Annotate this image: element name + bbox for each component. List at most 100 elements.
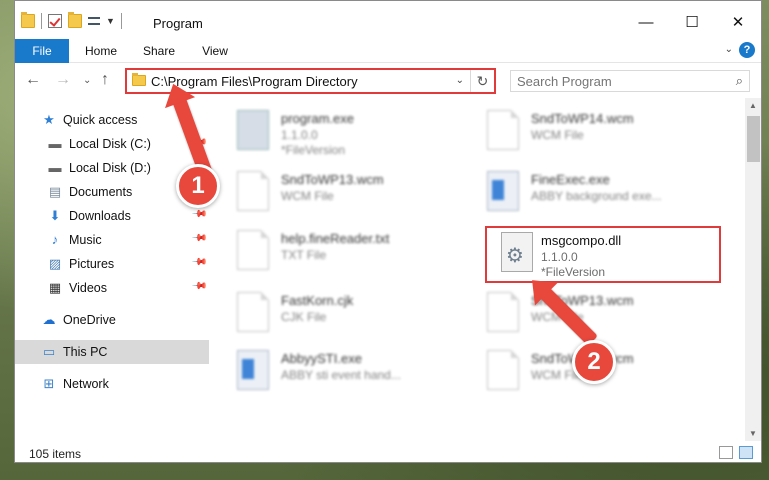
forward-arrow-icon[interactable]: → — [55, 71, 71, 89]
back-arrow-icon[interactable]: ← — [25, 71, 41, 89]
pin-icon: 📌 — [190, 254, 208, 271]
scroll-down-icon[interactable]: ▼ — [749, 429, 757, 438]
chevron-down-icon[interactable]: ⌄ — [456, 75, 464, 86]
pictures-icon: ▨ — [48, 256, 62, 271]
navigation-pane: ★ Quick access ▬ Local Disk (C:) 📌 ▬ Loc… — [15, 101, 211, 441]
drive-icon: ▬ — [48, 136, 62, 151]
file-name: FineExec.exe — [531, 172, 610, 187]
file-item[interactable]: SndToWP14.wcm WCM File — [461, 102, 701, 158]
status-bar: 105 items — [15, 442, 761, 462]
sidebar-item-network[interactable]: ⊞ Network — [15, 372, 209, 396]
app-icon — [237, 110, 269, 150]
file-type: ABBY background exe... — [531, 189, 662, 203]
file-item[interactable]: help.fineReader.txt TXT File — [211, 222, 451, 278]
tiles-view-icon[interactable] — [739, 446, 753, 459]
sidebar-item-downloads[interactable]: ⬇ Downloads 📌 — [15, 204, 209, 228]
sidebar-item-label: OneDrive — [63, 313, 116, 327]
search-icon[interactable]: ⌕ — [736, 73, 743, 89]
document-icon — [487, 350, 519, 390]
minimize-button[interactable]: — — [623, 9, 669, 37]
star-icon: ★ — [43, 112, 55, 127]
sidebar-item-local-disk-c[interactable]: ▬ Local Disk (C:) 📌 — [15, 132, 209, 156]
documents-icon: ▤ — [48, 184, 62, 199]
customize-icon[interactable] — [88, 17, 100, 25]
step-badge-2: 2 — [572, 340, 616, 384]
search-input[interactable] — [511, 71, 711, 91]
maximize-button[interactable]: ☐ — [669, 9, 715, 37]
file-item[interactable]: program.exe 1.1.0.0 *FileVersion — [211, 102, 451, 158]
file-type: TXT File — [281, 248, 327, 262]
computer-icon: ▭ — [42, 344, 56, 359]
tab-home[interactable]: Home — [81, 42, 121, 63]
sidebar-item-onedrive[interactable]: ☁ OneDrive — [15, 308, 209, 332]
sidebar-item-videos[interactable]: ▦ Videos 📌 — [15, 276, 209, 300]
close-button[interactable]: ✕ — [715, 9, 761, 37]
file-item[interactable]: SndToWP13.wcm WCM File — [211, 163, 451, 219]
file-name: SndToWP13.wcm — [281, 172, 384, 187]
drive-icon: ▬ — [48, 160, 62, 175]
dll-highlight-box — [485, 226, 721, 283]
sidebar-item-this-pc[interactable]: ▭ This PC — [15, 340, 209, 364]
file-item[interactable]: AbbyySTI.exe ABBY sti event hand... — [211, 342, 451, 398]
sidebar-item-label: Music — [69, 233, 102, 247]
chevron-down-icon[interactable]: ▼ — [106, 16, 115, 26]
file-name: FastKorn.cjk — [281, 293, 354, 308]
toolbar-divider — [41, 13, 42, 29]
file-name: program.exe — [281, 111, 354, 126]
window-controls: — ☐ ✕ — [623, 9, 761, 37]
tab-file[interactable]: File — [15, 39, 69, 63]
document-icon — [237, 230, 269, 270]
pin-icon: 📌 — [190, 230, 208, 247]
file-name: AbbyySTI.exe — [281, 351, 362, 366]
step-badge-1: 1 — [176, 164, 220, 208]
file-description: *FileVersion — [281, 143, 346, 157]
sidebar-item-music[interactable]: ♪ Music 📌 — [15, 228, 209, 252]
sidebar-item-label: Network — [63, 377, 109, 391]
sidebar-item-label: Pictures — [69, 257, 115, 271]
window-title: Program — [153, 16, 203, 31]
new-folder-icon[interactable] — [68, 12, 82, 28]
exe-icon — [487, 171, 519, 211]
file-item[interactable]: FineExec.exe ABBY background exe... — [461, 163, 701, 219]
up-arrow-icon[interactable]: ↑ — [101, 71, 109, 89]
tab-share[interactable]: Share — [139, 42, 179, 63]
view-switcher — [719, 446, 753, 459]
folder-icon[interactable] — [21, 12, 35, 28]
file-name: SndToWP14.wcm — [531, 111, 634, 126]
document-icon — [487, 292, 519, 332]
recent-locations-icon[interactable]: ⌄ — [83, 75, 91, 86]
search-box[interactable]: ⌕ — [510, 70, 750, 92]
item-count: 105 items — [29, 447, 82, 461]
exe-icon — [237, 350, 269, 390]
title-bar: ▼ Program — ☐ ✕ — [15, 1, 761, 39]
refresh-icon[interactable]: ↻ — [470, 70, 494, 92]
vertical-scrollbar[interactable]: ▲ ▼ — [745, 98, 761, 441]
scroll-thumb[interactable] — [747, 116, 760, 162]
file-version: 1.1.0.0 — [281, 128, 318, 142]
navigation-bar: ← → ⌄ ↑ C:\Program Files\Program Directo… — [15, 64, 761, 98]
sidebar-item-label: Local Disk (C:) — [69, 137, 151, 151]
tab-view[interactable]: View — [197, 42, 233, 63]
details-view-icon[interactable] — [719, 446, 733, 459]
pin-icon: 📌 — [190, 206, 208, 223]
properties-check-icon[interactable] — [48, 14, 62, 28]
document-icon — [237, 292, 269, 332]
sidebar-item-label: Local Disk (D:) — [69, 161, 151, 175]
file-type: CJK File — [281, 310, 327, 324]
toolbar-divider — [120, 13, 122, 29]
sidebar-item-label: Videos — [69, 281, 107, 295]
sidebar-item-label: Downloads — [69, 209, 131, 223]
ribbon-tabs: File Home Share View ⌄ ? — [15, 39, 761, 63]
quick-access-toolbar: ▼ — [21, 12, 122, 29]
file-explorer-window: ▼ Program — ☐ ✕ File Home Share View ⌄ ?… — [14, 0, 762, 463]
sidebar-item-pictures[interactable]: ▨ Pictures 📌 — [15, 252, 209, 276]
help-icon[interactable]: ? — [739, 42, 755, 58]
scroll-up-icon[interactable]: ▲ — [749, 101, 757, 110]
pin-icon: 📌 — [190, 278, 208, 295]
file-item[interactable]: FastKorn.cjk CJK File — [211, 284, 451, 340]
videos-icon: ▦ — [48, 280, 62, 295]
file-name: help.fineReader.txt — [281, 231, 390, 246]
sidebar-item-label: This PC — [63, 345, 108, 359]
music-icon: ♪ — [51, 232, 59, 247]
expand-ribbon-icon[interactable]: ⌄ — [725, 44, 733, 55]
